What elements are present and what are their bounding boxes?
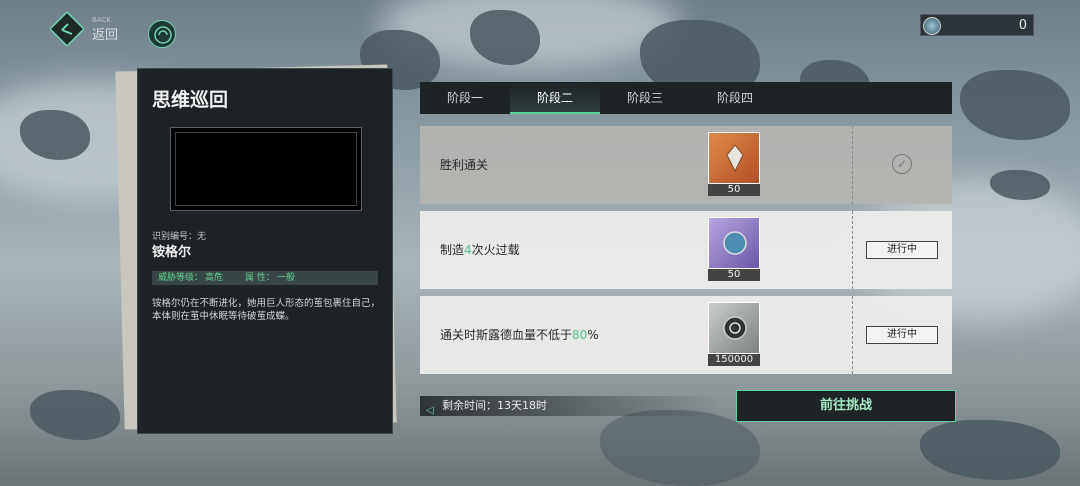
boss-description: 铵格尔仍在不断进化，她用巨人形态的茧包裹住自己，本体则在茧中休眠等待破茧成蝶。 xyxy=(152,298,381,322)
attr-value: 一般 xyxy=(276,273,295,283)
swirl-icon xyxy=(154,26,172,44)
divider xyxy=(852,296,853,374)
task-row: 制造4次火过载 50 进行中 xyxy=(420,211,952,289)
in-progress-button[interactable]: 进行中 xyxy=(866,241,938,259)
boss-portrait xyxy=(170,127,362,211)
attr-key: 属 性： xyxy=(245,273,275,283)
threat-value: 高危 xyxy=(205,273,224,283)
tab-stage-4[interactable]: 阶段四 xyxy=(690,82,780,114)
reward-count: 50 xyxy=(708,269,760,281)
coin-icon xyxy=(708,302,760,354)
task-row: 通关时斯露德血量不低于80% 150000 进行中 xyxy=(420,296,952,374)
boss-name: 铵格尔 xyxy=(152,245,192,260)
back-button[interactable] xyxy=(48,10,86,48)
task-label: 制造4次火过载 xyxy=(440,243,520,257)
timer-arrow-icon: ◁ xyxy=(426,405,434,416)
card-title: 思维巡回 xyxy=(152,89,229,111)
remaining-time: ◁ 剩余时间：13天18时 xyxy=(420,396,720,416)
task-label: 胜利通关 xyxy=(440,158,489,172)
checkmark-icon: ✓ xyxy=(892,154,912,174)
in-progress-button[interactable]: 进行中 xyxy=(866,326,938,344)
back-label-zh: 返回 xyxy=(92,28,119,43)
currency-display: 0 xyxy=(920,14,1034,36)
threat-key: 威胁等级： xyxy=(158,273,204,283)
task-label: 通关时斯露德血量不低于80% xyxy=(440,328,599,342)
crystal-icon xyxy=(708,132,760,184)
back-label-en: BACK xyxy=(92,16,111,24)
tab-stage-2[interactable]: 阶段二 xyxy=(510,82,600,114)
go-challenge-button[interactable]: 前往挑战 xyxy=(736,390,956,422)
divider xyxy=(852,211,853,289)
tab-stage-3[interactable]: 阶段三 xyxy=(600,82,690,114)
currency-coin-icon xyxy=(923,17,941,35)
home-button[interactable] xyxy=(148,20,176,48)
task-row: 胜利通关 50 ✓ xyxy=(420,126,952,204)
back-label[interactable]: BACK 返回 xyxy=(92,16,118,43)
remaining-time-text: 剩余时间：13天18时 xyxy=(442,399,547,412)
divider xyxy=(852,126,853,204)
threat-bar: 威胁等级： 高危 属 性： 一般 xyxy=(152,271,378,285)
currency-amount: 0 xyxy=(1018,18,1027,33)
reward-count: 50 xyxy=(708,184,760,196)
reward-count: 150000 xyxy=(708,354,760,366)
tab-stage-1[interactable]: 阶段一 xyxy=(420,82,510,114)
boss-info-card: 思维巡回 识别编号：无 铵格尔 威胁等级： 高危属 性： 一般 铵格尔仍在不断进化，… xyxy=(137,68,393,434)
back-arrow-icon xyxy=(48,10,86,48)
stage-tabs: 阶段一 阶段二 阶段三 阶段四 xyxy=(420,82,952,114)
orb-icon xyxy=(708,217,760,269)
